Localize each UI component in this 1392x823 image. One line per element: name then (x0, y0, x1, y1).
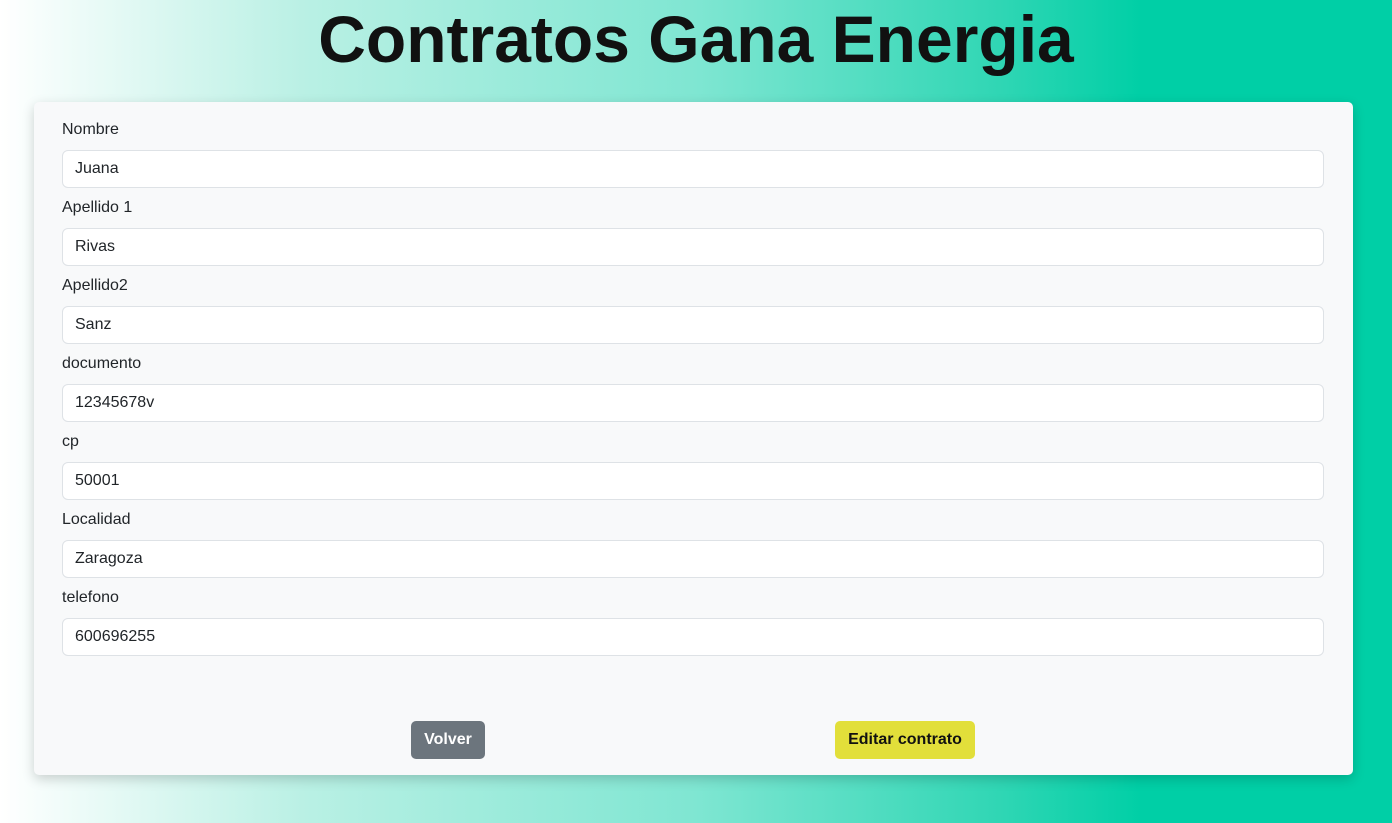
field-localidad: Localidad (62, 510, 1324, 578)
page-title: Contratos Gana Energia (318, 2, 1074, 76)
telefono-label: telefono (62, 589, 119, 606)
documento-input[interactable] (62, 384, 1324, 422)
contract-form-card: Nombre Apellido 1 Apellido2 documento cp… (34, 102, 1353, 775)
cp-label: cp (62, 433, 79, 450)
field-documento: documento (62, 354, 1324, 422)
cp-input[interactable] (62, 462, 1324, 500)
apellido1-label: Apellido 1 (62, 199, 133, 216)
field-apellido2: Apellido2 (62, 276, 1324, 344)
apellido1-input[interactable] (62, 228, 1324, 266)
field-cp: cp (62, 432, 1324, 500)
form-actions: Volver Editar contrato (34, 721, 1353, 759)
localidad-input[interactable] (62, 540, 1324, 578)
field-telefono: telefono (62, 588, 1324, 656)
back-button[interactable]: Volver (411, 721, 485, 759)
apellido2-input[interactable] (62, 306, 1324, 344)
documento-label: documento (62, 355, 142, 372)
nombre-label: Nombre (62, 121, 119, 138)
edit-contract-button[interactable]: Editar contrato (835, 721, 975, 759)
nombre-input[interactable] (62, 150, 1324, 188)
localidad-label: Localidad (62, 511, 131, 528)
apellido2-label: Apellido2 (62, 277, 128, 294)
telefono-input[interactable] (62, 618, 1324, 656)
field-apellido1: Apellido 1 (62, 198, 1324, 266)
field-nombre: Nombre (62, 120, 1324, 188)
